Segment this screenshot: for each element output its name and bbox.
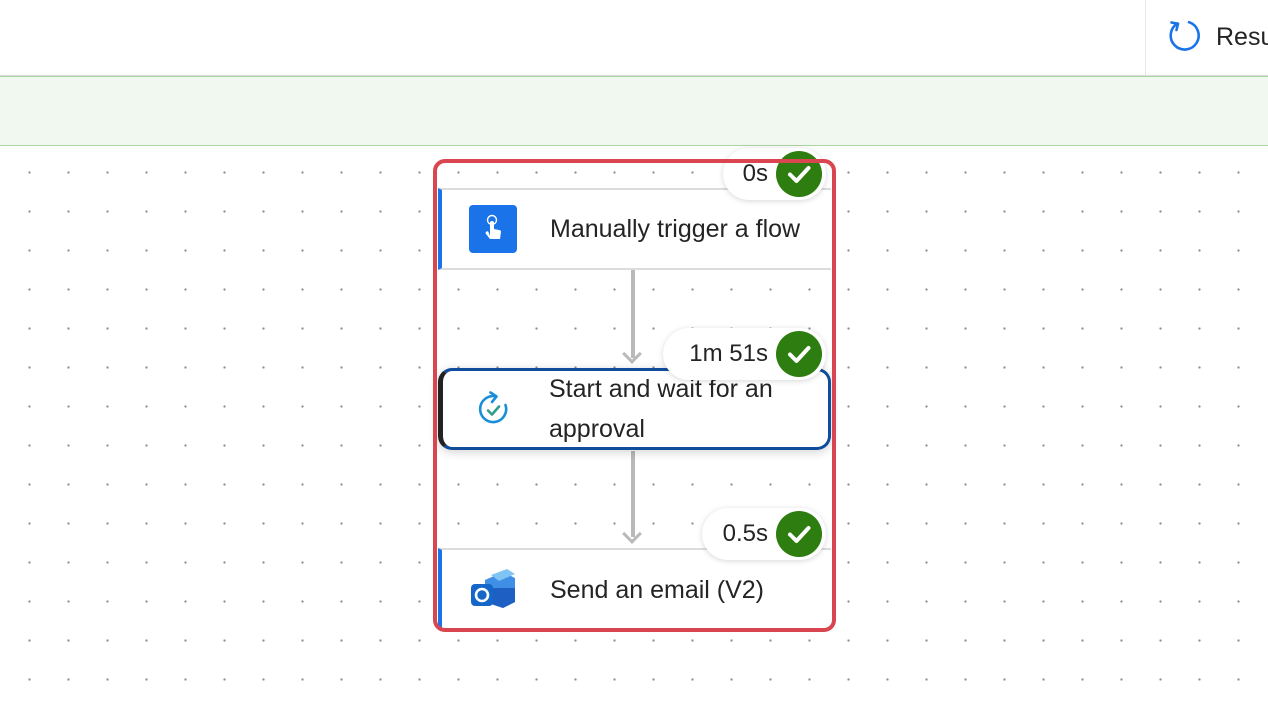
run-status-banner [0, 76, 1268, 146]
step-card-manual-trigger[interactable]: Manually trigger a flow [438, 188, 831, 270]
top-toolbar: Resu [0, 0, 1268, 76]
outlook-icon [468, 565, 518, 615]
toolbar-divider [1145, 0, 1146, 75]
duration-badge: 1m 51s [663, 328, 826, 380]
step-card-approval[interactable]: Start and wait for an approval [438, 368, 831, 450]
step-title: Manually trigger a flow [550, 215, 801, 243]
step-title: Start and wait for an approval [549, 375, 773, 443]
duration-label: 0s [742, 160, 768, 187]
duration-badge: 0.5s [702, 508, 826, 560]
approval-icon [468, 384, 518, 434]
success-check-icon [776, 331, 822, 377]
step-title: Send an email (V2) [550, 576, 765, 604]
duration-label: 0.5s [722, 520, 768, 547]
success-check-icon [776, 511, 822, 557]
resubmit-button[interactable]: Resu [1166, 17, 1268, 57]
duration-label: 1m 51s [689, 340, 768, 367]
resubmit-label: Resu [1216, 22, 1268, 51]
refresh-icon [1166, 17, 1202, 58]
success-check-icon [776, 151, 822, 197]
step-card-send-email[interactable]: Send an email (V2) [438, 548, 831, 630]
manual-trigger-icon [468, 204, 518, 254]
duration-badge: 0s [723, 148, 826, 200]
